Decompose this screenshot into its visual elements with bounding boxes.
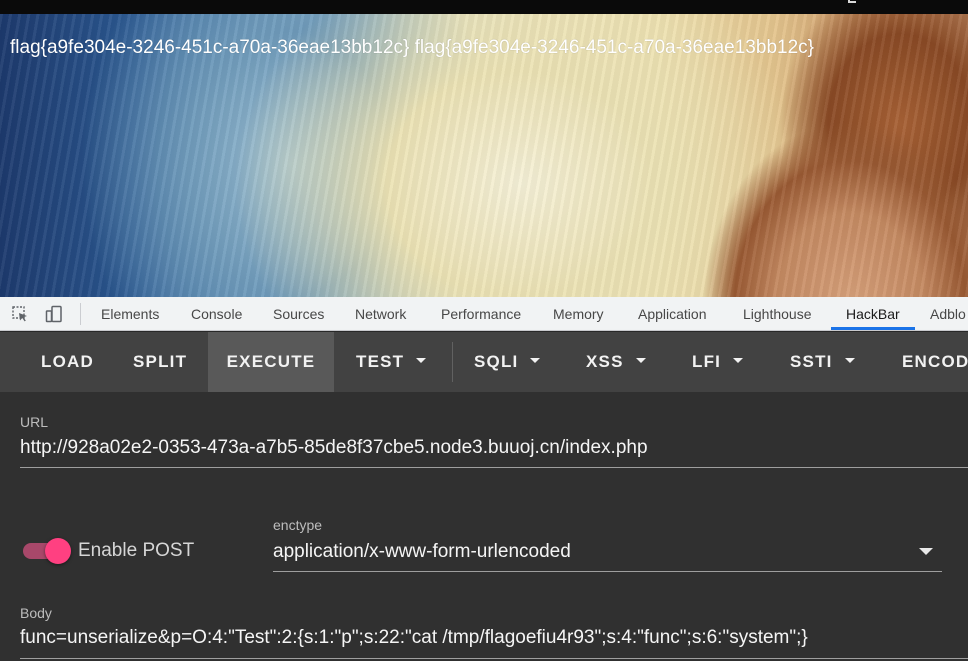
tab-lighthouse[interactable]: Lighthouse bbox=[743, 297, 812, 330]
enable-post-label: Enable POST bbox=[78, 540, 195, 561]
split-button[interactable]: SPLIT bbox=[133, 332, 187, 392]
window-control-icon[interactable] bbox=[848, 0, 856, 3]
body-underline bbox=[20, 658, 968, 659]
url-input-underline bbox=[20, 467, 968, 468]
xss-button-label: XSS bbox=[586, 352, 624, 371]
toggle-thumb bbox=[45, 538, 71, 564]
page-background-image: flag{a9fe304e-3246-451c-a70a-36eae13bb12… bbox=[0, 14, 968, 297]
flag-output-text: flag{a9fe304e-3246-451c-a70a-36eae13bb12… bbox=[10, 37, 814, 58]
encoding-dropdown-button[interactable]: ENCOD bbox=[902, 332, 968, 392]
url-input[interactable]: http://928a02e2-0353-473a-a7b5-85de8f37c… bbox=[20, 437, 648, 459]
lfi-dropdown-button[interactable]: LFI bbox=[692, 332, 744, 392]
enctype-select[interactable]: application/x-www-form-urlencoded bbox=[273, 541, 571, 563]
ssti-button-label: SSTI bbox=[790, 352, 833, 371]
hackbar-form: URL http://928a02e2-0353-473a-a7b5-85de8… bbox=[0, 392, 968, 661]
hackbar-toolbar: LOAD SPLIT EXECUTE TEST SQLI XSS LFI SST… bbox=[0, 332, 968, 392]
test-dropdown-button[interactable]: TEST bbox=[356, 332, 427, 392]
chevron-down-icon bbox=[530, 358, 541, 364]
tab-elements[interactable]: Elements bbox=[101, 297, 159, 330]
toolbar-divider bbox=[80, 303, 81, 325]
chevron-down-icon bbox=[416, 358, 427, 364]
toolbar-divider bbox=[452, 342, 453, 382]
tab-sources[interactable]: Sources bbox=[273, 297, 324, 330]
url-label: URL bbox=[20, 414, 49, 430]
lfi-button-label: LFI bbox=[692, 352, 722, 371]
tab-application[interactable]: Application bbox=[638, 297, 707, 330]
split-button-label: SPLIT bbox=[133, 352, 188, 371]
chevron-down-icon[interactable] bbox=[919, 548, 933, 555]
encoding-button-label: ENCOD bbox=[902, 352, 968, 371]
ssti-dropdown-button[interactable]: SSTI bbox=[790, 332, 855, 392]
execute-button-label: EXECUTE bbox=[226, 352, 316, 371]
chevron-down-icon bbox=[844, 358, 855, 364]
sqli-button-label: SQLI bbox=[474, 352, 519, 371]
tab-performance[interactable]: Performance bbox=[441, 297, 521, 330]
enctype-label: enctype bbox=[273, 517, 323, 533]
chevron-down-icon bbox=[635, 358, 646, 364]
tab-adblock[interactable]: Adblo bbox=[930, 297, 966, 330]
load-button-label: LOAD bbox=[41, 352, 94, 371]
load-button[interactable]: LOAD bbox=[41, 332, 94, 392]
xss-dropdown-button[interactable]: XSS bbox=[586, 332, 646, 392]
sqli-dropdown-button[interactable]: SQLI bbox=[474, 332, 541, 392]
tab-console[interactable]: Console bbox=[191, 297, 242, 330]
tab-hackbar[interactable]: HackBar bbox=[846, 297, 900, 330]
browser-top-strip bbox=[0, 0, 968, 14]
chevron-down-icon bbox=[733, 358, 744, 364]
test-button-label: TEST bbox=[356, 352, 405, 371]
active-tab-indicator bbox=[831, 327, 915, 330]
tab-network[interactable]: Network bbox=[355, 297, 406, 330]
tab-memory[interactable]: Memory bbox=[553, 297, 604, 330]
body-textarea[interactable]: func=unserialize&p=O:4:"Test":2:{s:1:"p"… bbox=[20, 627, 808, 649]
devtools-tab-strip: Elements Console Sources Network Perform… bbox=[0, 297, 968, 331]
device-toolbar-icon[interactable] bbox=[45, 305, 63, 323]
execute-button[interactable]: EXECUTE bbox=[208, 332, 334, 392]
enctype-underline bbox=[273, 571, 942, 572]
body-label: Body bbox=[20, 605, 52, 621]
inspect-element-icon[interactable] bbox=[11, 305, 29, 323]
enable-post-toggle[interactable] bbox=[23, 538, 71, 564]
